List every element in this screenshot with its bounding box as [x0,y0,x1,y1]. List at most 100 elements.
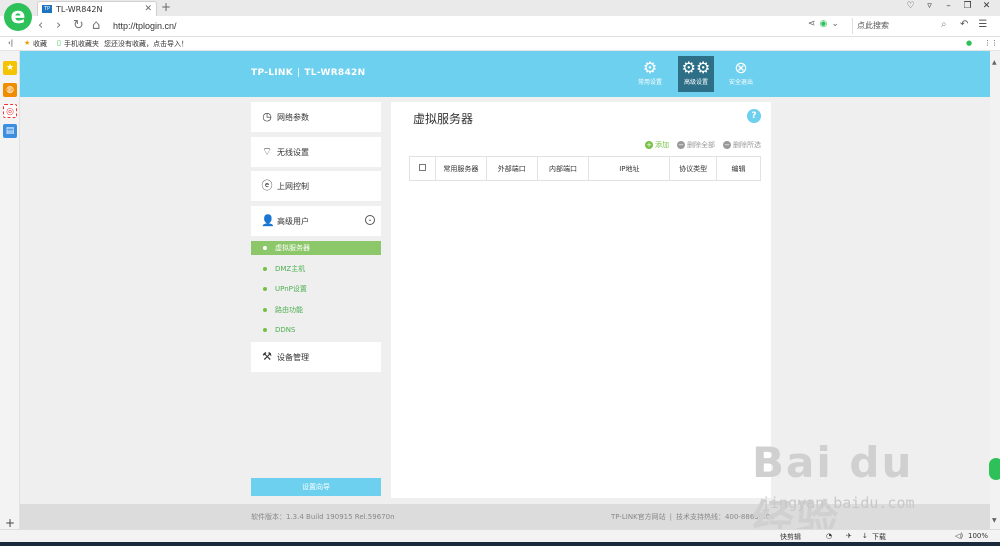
submenu-upnp[interactable]: UPnP设置 [251,282,381,296]
plus-icon: + [645,141,653,149]
target-icon[interactable]: ◎ [3,104,17,118]
document-icon[interactable]: ▤ [3,124,17,138]
undo-icon[interactable]: ↶ [960,19,968,30]
forward-icon[interactable]: › [56,18,61,33]
speed-icon[interactable]: ◔ [826,532,832,540]
delete-all-label: 删除全部 [687,141,715,149]
software-version: 软件版本：1.3.4 Build 190915 Rel.59670n [251,513,395,521]
select-all-cell[interactable] [409,156,436,181]
advanced-settings-label: 高级设置 [683,79,708,86]
favorites-import-hint[interactable]: 您还没有收藏，点击导入！ [104,39,188,49]
official-site-link[interactable]: TP-LINK官方网站 [611,513,666,521]
menu-label: 无线设置 [277,147,309,157]
search-input[interactable]: 点此搜索 [852,18,952,34]
chevron-down-icon: ⌄ [365,215,375,225]
add-button[interactable]: + 添加 [645,140,669,150]
tools-icon: ⚒ [262,350,272,363]
chat-icon[interactable]: ● [966,39,972,47]
common-settings-label: 常用设置 [637,79,662,86]
browser-logo[interactable]: e [4,3,32,31]
menu-icon[interactable]: ☰ [978,19,987,30]
tab-close-icon[interactable]: ✕ [144,4,152,14]
network-icon: ◷ [262,110,272,123]
weibo-icon[interactable]: ◍ [3,83,17,97]
page-footer: 软件版本：1.3.4 Build 190915 Rel.59670n TP-LI… [20,504,990,529]
search-icon[interactable]: ⌕ [941,19,947,30]
delete-selected-button[interactable]: − 删除所选 [723,140,761,150]
home-icon[interactable]: ⌂ [92,18,100,33]
submenu-ddns[interactable]: DDNS [251,323,381,337]
refresh-icon[interactable]: ↻ [73,18,84,33]
page-title: 虚拟服务器 [413,112,474,126]
submenu-virtual-server[interactable]: 虚拟服务器 [251,241,381,255]
router-admin-page: TP-LINK | TL-WR842N ⚙ 常用设置 ⚙⚙ 高级设置 ⊗ 安全退出 … [20,51,990,529]
minus-icon: − [723,141,731,149]
menu-item-device-management[interactable]: ⚒ 设备管理 [251,342,381,372]
logout-button[interactable]: ⊗ 安全退出 [723,56,759,92]
help-icon[interactable]: ? [747,109,761,123]
select-all-checkbox[interactable] [418,164,426,171]
menu-item-internet-control[interactable]: ⓔ 上网控制 [251,171,381,201]
brand-name: TP-LINK [251,68,294,78]
menu-item-network[interactable]: ◷ 网络参数 [251,102,381,132]
share-icon[interactable]: ⋖ [808,19,816,29]
download-button[interactable]: 下载 [872,532,886,542]
download-icon: ↓ [862,532,868,540]
advanced-settings-button[interactable]: ⚙⚙ 高级设置 [678,56,714,92]
model-name: TL-WR842N [304,68,366,78]
browser-tools: ↶ ☰ [960,19,987,30]
virtual-server-table: 常用服务器 外部端口 内部端口 IP地址 协议类型 编辑 [409,156,761,181]
table-actions: + 添加 − 删除全部 − 删除所选 [645,140,761,150]
menu-down-icon[interactable]: ▿ [920,1,939,11]
back-icon[interactable]: ‹ [38,18,43,33]
restore-icon[interactable]: ❐ [958,1,977,11]
favorites-button[interactable]: 收藏 [33,39,47,49]
footer-links: TP-LINK官方网站 | 技术支持热线：400-8863-400 [611,513,775,521]
gears-icon: ⚙⚙ [681,58,711,77]
common-settings-button[interactable]: ⚙ 常用设置 [632,56,668,92]
close-window-icon[interactable]: ✕ [977,1,996,11]
column-header: 常用服务器 [434,156,487,181]
shield-icon[interactable]: ◉ [820,19,828,29]
menu-label: 上网控制 [277,181,309,191]
menu-label: 高级用户 [277,216,309,226]
window-controls: ♡ ▿ – ❐ ✕ [901,1,996,11]
scroll-up-icon[interactable]: ▲ [992,59,997,66]
page-header: TP-LINK | TL-WR842N ⚙ 常用设置 ⚙⚙ 高级设置 ⊗ 安全退出 [20,51,990,97]
url-input[interactable] [113,18,848,35]
os-taskbar [0,542,1000,546]
browser-tab[interactable]: TP TL-WR842N ✕ [37,1,157,16]
zoom-level[interactable]: 100% [968,532,988,540]
floating-assistant[interactable] [989,458,1000,480]
submenu-dmz-host[interactable]: DMZ主机 [251,262,381,276]
status-bar: 快剪辑 ◔ ✈ ↓ 下载 ◁) 100% [0,529,1000,542]
user-icon: 👤 [261,214,275,227]
setup-wizard-button[interactable]: 设置向导 [251,478,381,496]
skin-icon[interactable]: ♡ [901,1,920,11]
support-hotline: 技术支持热线：400-8863-400 [676,513,775,521]
volume-icon[interactable]: ◁) [955,532,963,540]
tab-bar: TP TL-WR842N ✕ + ♡ ▿ – ❐ ✕ [0,0,1000,16]
menu-item-wireless[interactable]: ⌔ 无线设置 [251,137,381,167]
address-bar: ‹ › ↻ ⌂ ⋖ ◉ ⌄ 点此搜索 ⌕ ↶ ☰ [0,16,1000,37]
submenu-routing[interactable]: 路由功能 [251,303,381,317]
add-sidebar-icon[interactable]: + [5,516,15,530]
scroll-down-icon[interactable]: ▼ [992,517,997,524]
phone-icon: ▯ [57,39,61,47]
wifi-icon: ⌔ [261,145,273,158]
grid-icon[interactable]: ⋮⋮ [984,39,998,47]
internet-control-icon: ⓔ [261,179,273,192]
column-header: 内部端口 [536,156,590,181]
collapse-icon[interactable]: ‹| [8,39,13,47]
quick-cut-button[interactable]: 快剪辑 [780,532,801,542]
menu-label: 设备管理 [277,352,309,362]
pin-icon[interactable]: ✈ [846,532,852,540]
minus-icon: − [677,141,685,149]
chevron-down-icon[interactable]: ⌄ [831,19,839,29]
favorites-star-icon[interactable]: ★ [3,61,17,75]
minimize-icon[interactable]: – [939,1,958,11]
delete-all-button[interactable]: − 删除全部 [677,140,715,150]
menu-item-advanced-user[interactable]: 👤 高级用户 ⌄ [251,206,381,236]
new-tab-icon[interactable]: + [161,0,171,14]
mobile-favorites-link[interactable]: 手机收藏夹 [64,39,99,49]
